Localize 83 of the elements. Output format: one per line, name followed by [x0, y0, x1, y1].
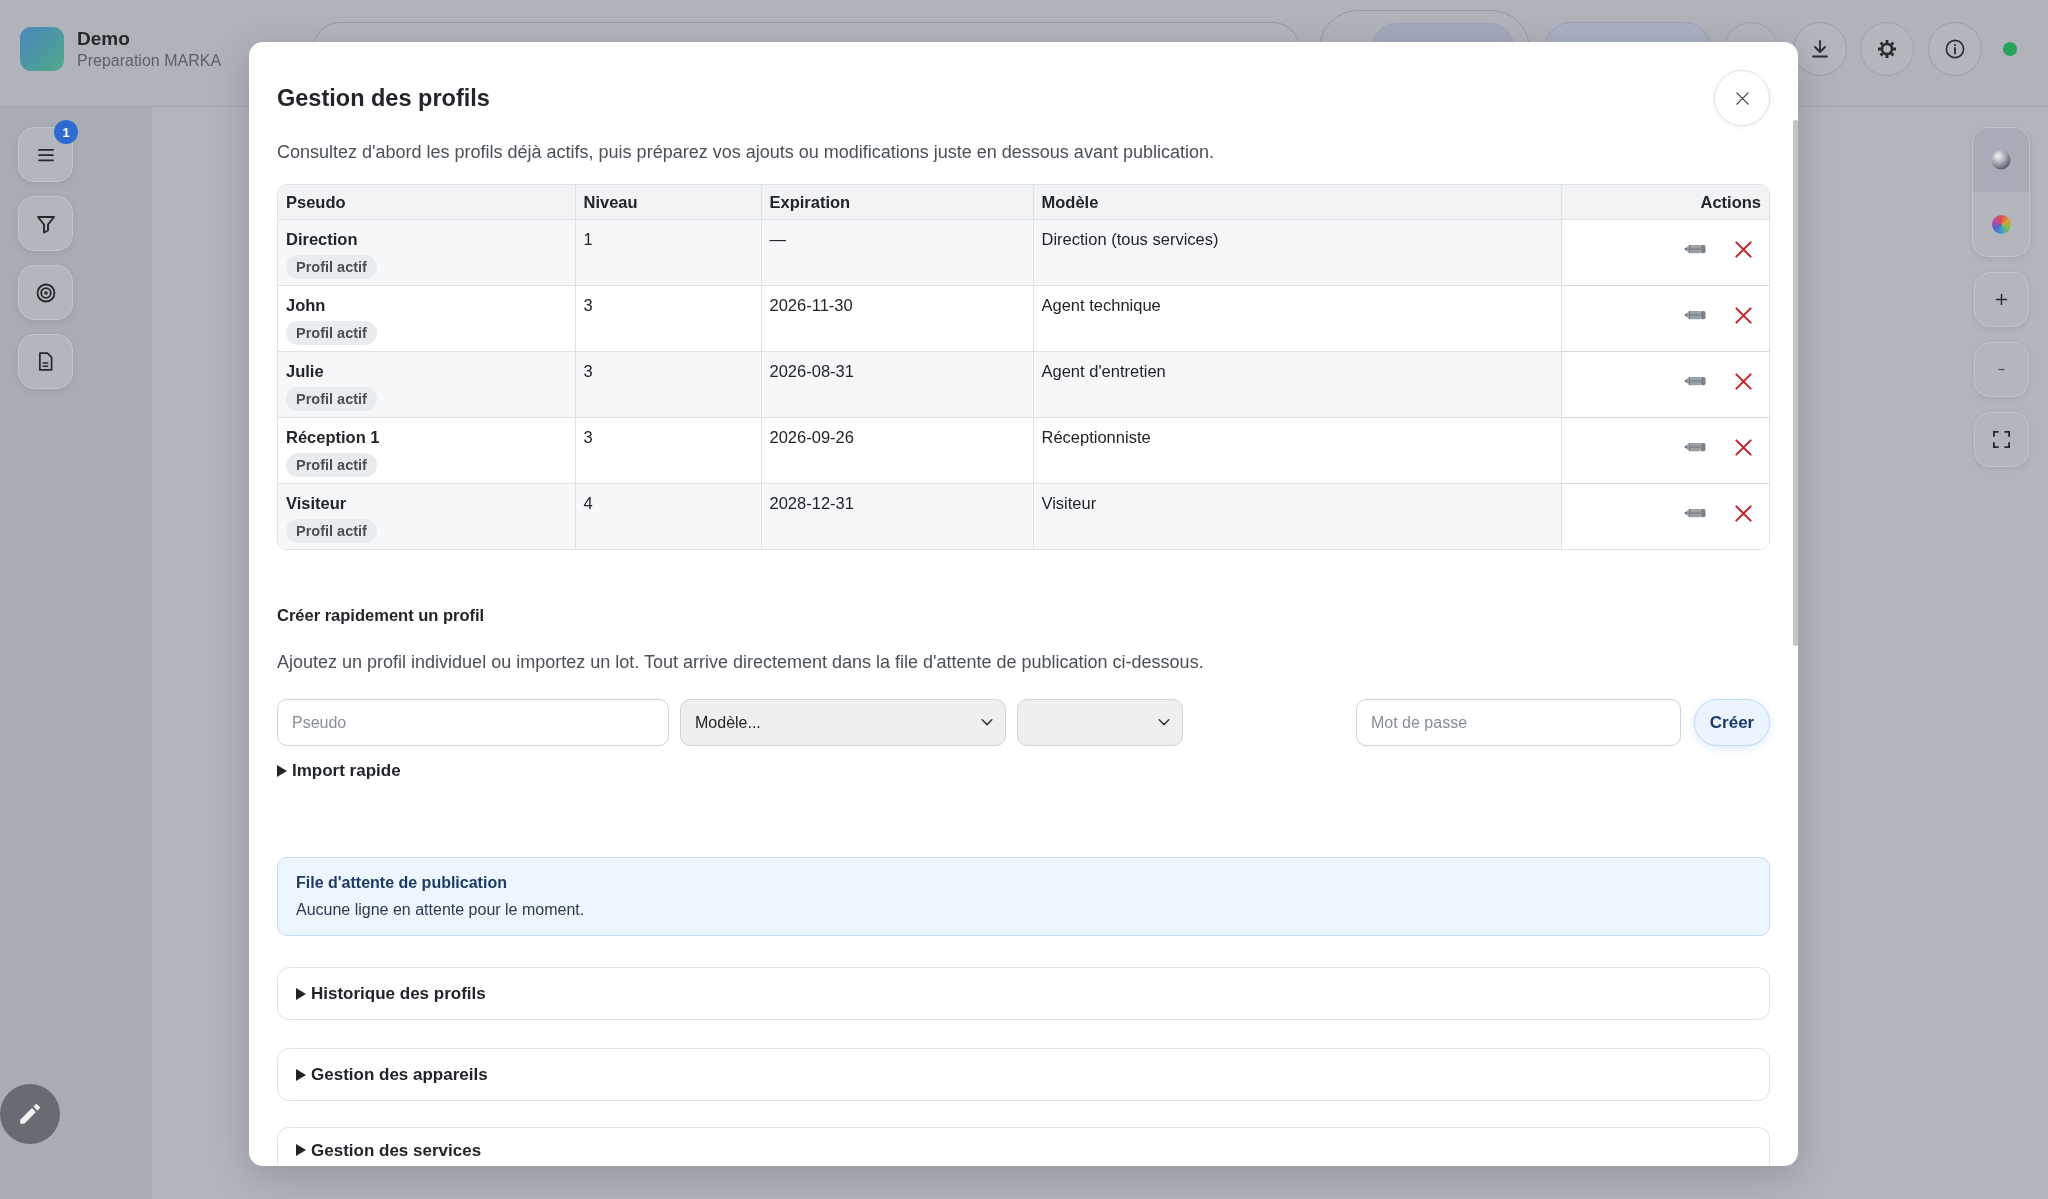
fullscreen-button[interactable] [1973, 412, 2029, 467]
password-field[interactable]: Mot de passe [1356, 699, 1681, 746]
target-button[interactable] [18, 265, 73, 320]
table-cell: 3 [575, 351, 761, 417]
section-toggle[interactable]: Gestion des services [277, 1127, 1770, 1165]
download-icon [1810, 39, 1830, 59]
queue-title: File d'attente de publication [296, 873, 507, 893]
column-header: Modèle [1033, 185, 1561, 219]
status-badge: Profil actif [286, 452, 377, 477]
pencil-icon [1684, 375, 1706, 387]
menu-icon [36, 147, 55, 162]
table-cell: Visiteur [1033, 483, 1561, 549]
info-icon [1945, 39, 1965, 59]
filter-icon [35, 213, 56, 234]
profile-name: Réception 1 [286, 426, 381, 448]
select-field[interactable] [1017, 699, 1183, 746]
column-header: Niveau [575, 185, 761, 219]
cross-icon [1734, 371, 1753, 391]
status-badge: Profil actif [286, 254, 377, 279]
profile-name: Visiteur [286, 492, 348, 514]
table-cell: 2026-11-30 [761, 285, 1033, 351]
import-toggle[interactable]: Import rapide [277, 761, 401, 781]
intro-text: Consultez d'abord les profils déjà actifs, puis préparez vos ajouts ou modifications juste en dessous avant publication. [277, 141, 1215, 164]
notification-badge: 1 [54, 120, 78, 144]
status-badge: Profil actif [286, 386, 377, 411]
gear-icon [1877, 39, 1897, 59]
profile-name: Direction [286, 228, 359, 250]
sphere-icon [1991, 150, 2011, 170]
modal-title: Gestion des profils [277, 83, 490, 113]
table-cell: 3 [575, 417, 761, 483]
cross-icon [1734, 437, 1753, 457]
cross-icon [1734, 305, 1753, 325]
profile-name: Julie [286, 360, 325, 382]
table-cell: 2026-08-31 [761, 351, 1033, 417]
status-badge: Profil actif [286, 518, 377, 543]
table-cell: Agent d'entretien [1033, 351, 1561, 417]
table-cell: Réceptionniste [1033, 417, 1561, 483]
column-header: Actions [1561, 185, 1769, 219]
pencil-icon [1684, 309, 1706, 321]
cross-icon [1734, 239, 1753, 259]
download-button[interactable] [1793, 22, 1847, 76]
scrollbar-thumb[interactable] [1793, 120, 1798, 646]
filter-button[interactable] [18, 196, 73, 251]
app-subtitle: Preparation MARKA [77, 51, 222, 71]
section-title: Créer rapidement un profil [277, 605, 485, 625]
column-header: Pseudo [278, 185, 575, 219]
app-title: Demo [77, 27, 131, 51]
status-badge: Profil actif [286, 320, 377, 345]
document-button[interactable] [18, 334, 73, 389]
section-toggle[interactable]: Gestion des appareils [277, 1048, 1770, 1101]
create-button[interactable]: Créer [1694, 699, 1770, 746]
settings-button[interactable] [1860, 22, 1914, 76]
column-header: Expiration [761, 185, 1033, 219]
pencil-icon [1684, 243, 1706, 255]
document-icon [38, 352, 53, 371]
info-button[interactable] [1928, 22, 1982, 76]
fullscreen-icon [1991, 430, 2011, 449]
section-toggle[interactable]: Historique des profils [277, 967, 1770, 1020]
table-cell: 2026-09-26 [761, 417, 1033, 483]
cross-icon [1734, 503, 1753, 523]
logo-icon [20, 27, 64, 71]
section-description: Ajoutez un profil individuel ou importez un lot. Tout arrive directement dans la file d'attente de publication ci-dessous. [277, 651, 1205, 674]
color-wheel-icon [1991, 214, 2011, 234]
table-cell: — [761, 219, 1033, 285]
pencil-icon [17, 1101, 43, 1127]
target-icon [35, 282, 56, 303]
pencil-icon [1684, 441, 1706, 453]
table-cell: 1 [575, 219, 761, 285]
table-cell: 4 [575, 483, 761, 549]
text-field[interactable]: Pseudo [277, 699, 669, 746]
profile-name: John [286, 294, 327, 316]
queue-message: Aucune ligne en attente pour le moment. [296, 900, 585, 920]
table-cell: 3 [575, 285, 761, 351]
pencil-icon [1684, 507, 1706, 520]
menu-button[interactable] [18, 127, 73, 182]
close-icon [1734, 90, 1750, 106]
table-cell: Direction (tous services) [1033, 219, 1561, 285]
plus-icon [1994, 293, 2008, 306]
table-cell: 2028-12-31 [761, 483, 1033, 549]
edit-fab-button[interactable] [0, 1084, 60, 1144]
table-cell: Agent technique [1033, 285, 1561, 351]
minus-icon [1996, 368, 2006, 371]
select-field[interactable]: Modèle... [680, 699, 1006, 746]
